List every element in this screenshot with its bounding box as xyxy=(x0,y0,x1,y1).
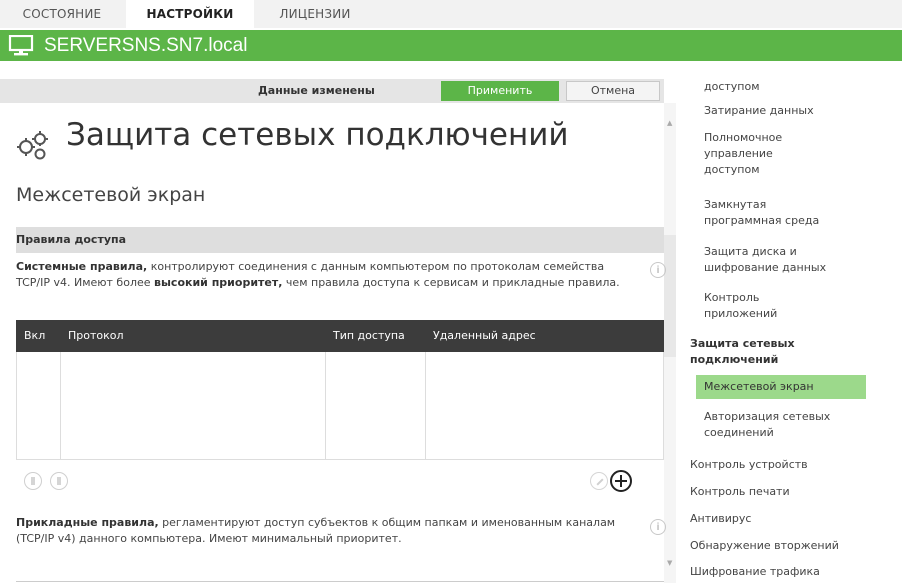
tab-status[interactable]: СОСТОЯНИЕ xyxy=(0,0,124,28)
add-rule-icon[interactable] xyxy=(610,470,632,492)
action-bar: Данные изменены Применить Отмена xyxy=(0,79,664,103)
system-rules-description: Системные правила, контролируют соединен… xyxy=(16,259,636,291)
column-header-remote-address[interactable]: Удаленный адрес xyxy=(425,320,664,352)
nav-item-mandatory-access[interactable]: Полномочное управление доступом xyxy=(704,130,782,178)
nav-item-data-wiping[interactable]: Затирание данных xyxy=(704,103,814,119)
host-name: SERVERSNS.SN7.local xyxy=(44,35,248,56)
system-rules-table: Вкл Протокол Тип доступа Удаленный адрес xyxy=(16,320,664,460)
content-pane: Данные изменены Применить Отмена ▲ ▼ Защ… xyxy=(0,61,676,583)
info-icon[interactable]: i xyxy=(650,262,666,278)
system-rules-text2: чем правила доступа к сервисам и приклад… xyxy=(282,276,620,289)
system-rules-priority: высокий приоритет, xyxy=(154,276,283,289)
computer-monitor-icon xyxy=(8,35,34,56)
table-header: Вкл Протокол Тип доступа Удаленный адрес xyxy=(16,320,664,352)
nav-item-access-control-tail[interactable]: доступом xyxy=(704,79,760,95)
nav-item-network-auth[interactable]: Авторизация сетевых соединений xyxy=(704,409,830,441)
column-header-protocol[interactable]: Протокол xyxy=(60,320,325,352)
cancel-button[interactable]: Отмена xyxy=(566,81,660,101)
section-subtitle: Межсетевой экран xyxy=(16,184,206,206)
column-divider xyxy=(325,352,326,460)
access-rules-header-text: Правила доступа xyxy=(16,233,127,246)
tab-licenses[interactable]: ЛИЦЕНЗИИ xyxy=(256,0,374,28)
apply-button[interactable]: Применить xyxy=(441,81,559,101)
nav-item-antivirus[interactable]: Антивирус xyxy=(690,511,751,527)
move-up-icon[interactable] xyxy=(24,472,42,490)
gear-icon xyxy=(17,131,48,160)
column-header-enabled[interactable]: Вкл xyxy=(16,320,60,352)
scroll-up-icon[interactable]: ▲ xyxy=(667,119,672,127)
nav-item-intrusion-detection[interactable]: Обнаружение вторжений xyxy=(690,538,839,554)
access-rules-header: Правила доступа xyxy=(16,227,664,253)
divider xyxy=(16,581,664,582)
nav-item-disk-encryption[interactable]: Защита диска и шифрование данных xyxy=(704,244,826,276)
content-scrollbar[interactable]: ▲ ▼ xyxy=(664,103,676,583)
nav-item-device-control[interactable]: Контроль устройств xyxy=(690,457,808,473)
app-rules-lead: Прикладные правила, xyxy=(16,516,159,529)
info-icon[interactable]: i xyxy=(650,519,666,535)
nav-item-traffic-encryption[interactable]: Шифрование трафика xyxy=(690,564,820,580)
scroll-down-icon[interactable]: ▼ xyxy=(667,559,672,567)
column-divider xyxy=(425,352,426,460)
move-down-icon[interactable] xyxy=(50,472,68,490)
system-rules-lead: Системные правила, xyxy=(16,260,148,273)
page-title: Защита сетевых подключений xyxy=(66,117,569,153)
edit-icon[interactable] xyxy=(590,472,608,490)
nav-item-print-control[interactable]: Контроль печати xyxy=(690,484,790,500)
nav-item-closed-environment[interactable]: Замкнутая программная среда xyxy=(704,197,819,229)
column-divider xyxy=(60,352,61,460)
settings-nav: доступом Затирание данных Полномочное уп… xyxy=(676,61,902,583)
table-body[interactable] xyxy=(16,352,664,460)
scroll-thumb[interactable] xyxy=(664,235,676,357)
tab-settings[interactable]: НАСТРОЙКИ xyxy=(126,0,254,28)
changed-status-text: Данные изменены xyxy=(258,84,375,97)
nav-item-firewall[interactable]: Межсетевой экран xyxy=(696,375,866,399)
host-bar: SERVERSNS.SN7.local xyxy=(0,30,902,61)
nav-item-app-control[interactable]: Контроль приложений xyxy=(704,290,777,322)
app-rules-description: Прикладные правила, регламентируют досту… xyxy=(16,515,636,547)
column-header-access-type[interactable]: Тип доступа xyxy=(325,320,425,352)
nav-item-network-protection[interactable]: Защита сетевых подключений xyxy=(690,336,795,368)
top-tabs-bar: СОСТОЯНИЕ НАСТРОЙКИ ЛИЦЕНЗИИ xyxy=(0,0,902,28)
